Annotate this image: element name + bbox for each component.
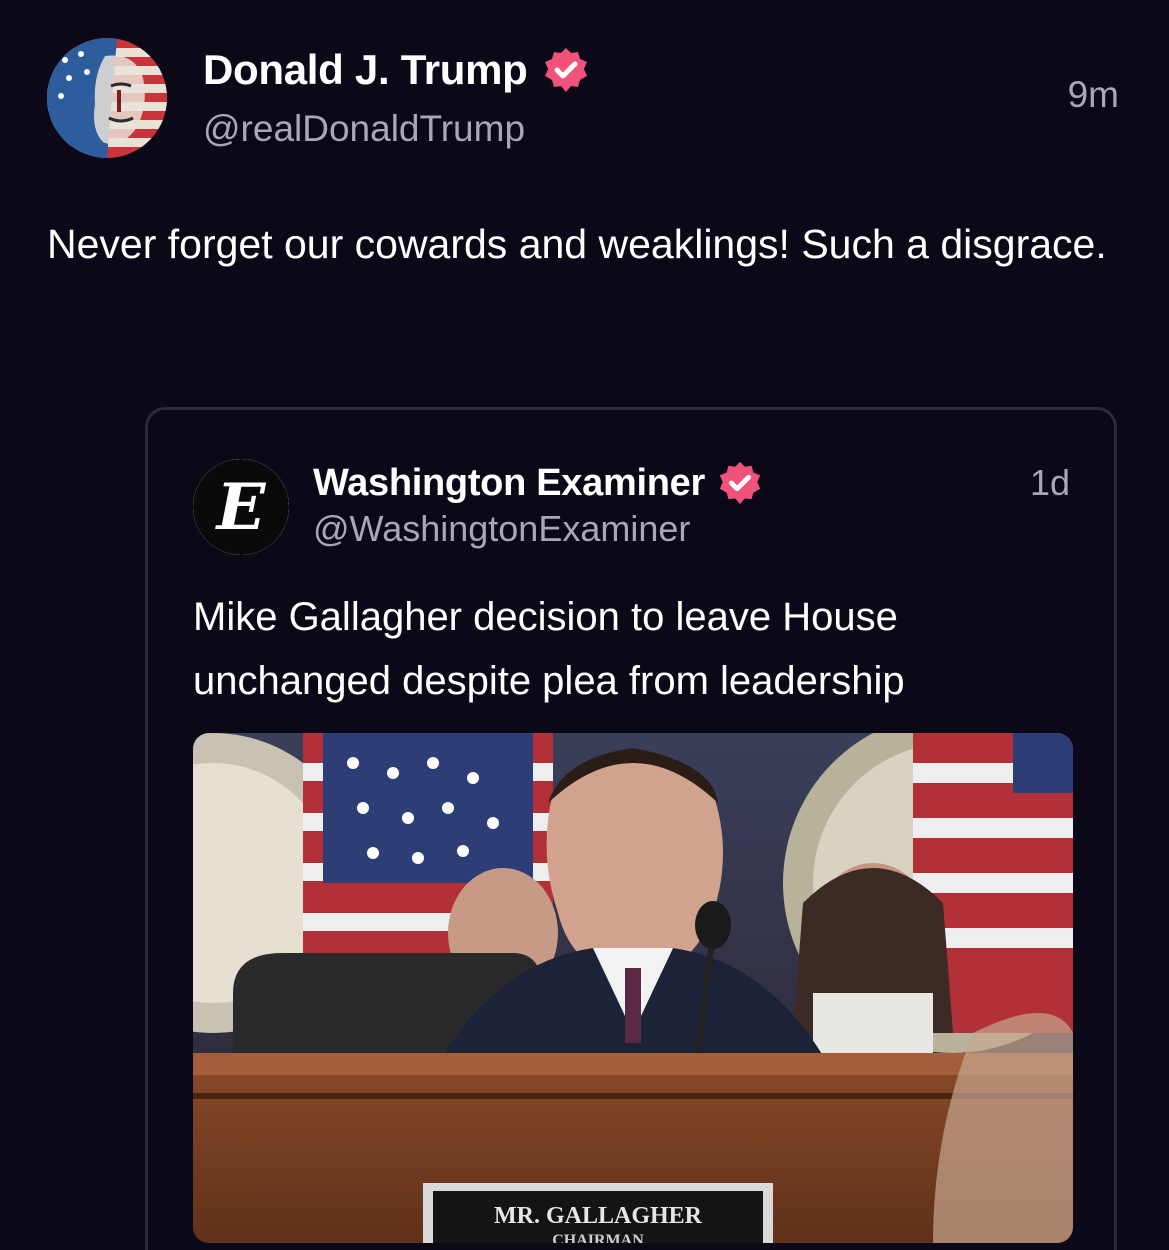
quoted-post-timestamp[interactable]: 1d — [1030, 462, 1070, 504]
post: Donald J. Trump @realDonaldTrump 9m Neve… — [0, 0, 1169, 1250]
quoted-post-card[interactable]: E Washington Examiner @WashingtonExamine… — [145, 407, 1117, 1250]
quoted-post-image[interactable]: MR. GALLAGHER CHAIRMAN — [193, 733, 1073, 1243]
quoted-author-avatar[interactable]: E — [193, 459, 289, 555]
author-name-row[interactable]: Donald J. Trump — [203, 46, 590, 94]
quoted-author-name[interactable]: Washington Examiner — [313, 462, 705, 505]
quoted-author-name-row[interactable]: Washington Examiner — [313, 460, 763, 506]
author-avatar[interactable] — [47, 38, 167, 158]
author-handle[interactable]: @realDonaldTrump — [203, 108, 525, 150]
verified-badge-icon — [717, 460, 763, 506]
quoted-author-handle[interactable]: @WashingtonExaminer — [313, 508, 690, 550]
blackletter-e-logo-icon: E — [193, 459, 289, 555]
post-timestamp[interactable]: 9m — [1068, 74, 1119, 116]
nameplate-text: MR. GALLAGHER — [494, 1203, 703, 1229]
svg-text:E: E — [215, 470, 267, 545]
author-name[interactable]: Donald J. Trump — [203, 46, 528, 94]
post-text: Never forget our cowards and weaklings! … — [47, 221, 1107, 267]
nameplate-subtext: CHAIRMAN — [552, 1232, 644, 1243]
quoted-post-text: Mike Gallagher decision to leave House u… — [193, 595, 905, 703]
verified-badge-icon — [542, 46, 590, 94]
hearing-photo: MR. GALLAGHER CHAIRMAN — [193, 733, 1073, 1243]
patriotic-portrait-avatar-icon — [47, 38, 167, 158]
